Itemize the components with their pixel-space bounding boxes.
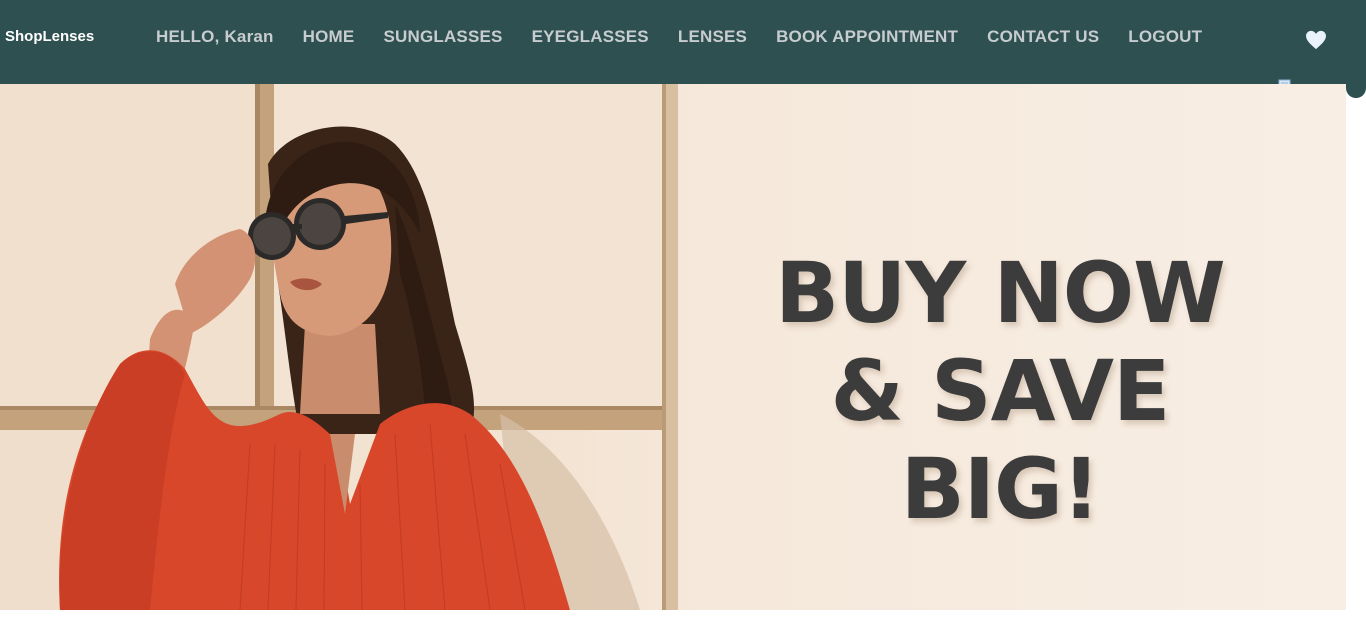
hero-headline-line1: BUY NOW — [775, 244, 1226, 342]
model-photo — [59, 126, 640, 610]
nav-logout[interactable]: LOGOUT — [1128, 27, 1202, 47]
brand-logo[interactable]: ShopLenses — [5, 28, 94, 45]
nav-links: HELLO, Karan HOME SUNGLASSES EYEGLASSES … — [156, 26, 1231, 48]
nav-book-appointment[interactable]: BOOK APPOINTMENT — [776, 27, 958, 47]
nav-greeting[interactable]: HELLO, Karan — [156, 27, 274, 47]
page-bottom-strip — [0, 610, 1346, 617]
hero-headline-line2: & SAVE BIG! — [830, 342, 1171, 538]
nav-contact-us[interactable]: CONTACT US — [987, 27, 1099, 47]
nav-lenses[interactable]: LENSES — [678, 27, 747, 47]
heart-icon[interactable] — [1305, 30, 1327, 50]
hero-banner[interactable]: BUY NOW & SAVE BIG! — [0, 84, 1346, 610]
scrollbar-thumb[interactable] — [1346, 0, 1366, 98]
nav-sunglasses[interactable]: SUNGLASSES — [383, 27, 502, 47]
hero-headline: BUY NOW & SAVE BIG! — [720, 244, 1280, 538]
top-navbar: ShopLenses HELLO, Karan HOME SUNGLASSES … — [0, 0, 1366, 84]
nav-eyeglasses[interactable]: EYEGLASSES — [532, 27, 649, 47]
nav-home[interactable]: HOME — [303, 27, 355, 47]
